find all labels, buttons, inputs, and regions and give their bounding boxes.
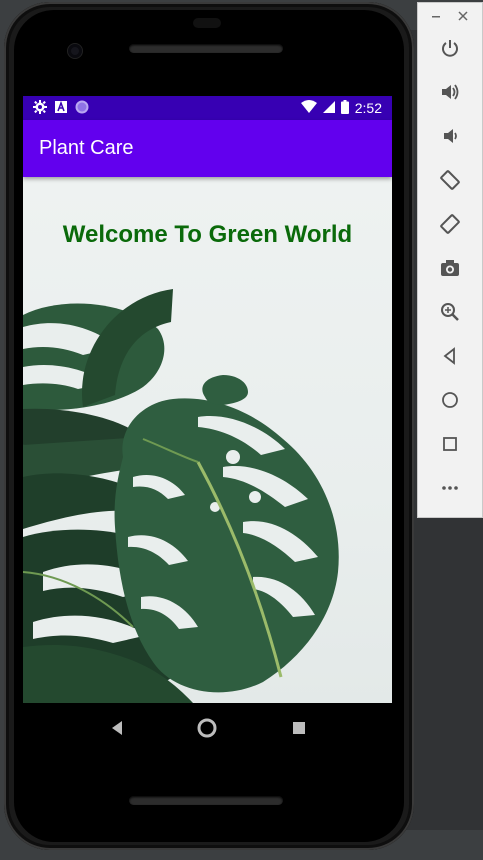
cell-signal-icon xyxy=(322,100,335,116)
home-circle-outline-icon xyxy=(440,390,460,415)
clock-time: 2:52 xyxy=(354,100,382,116)
close-icon[interactable] xyxy=(457,9,469,27)
back-triangle-outline-icon xyxy=(440,346,460,371)
emulator-control-panel xyxy=(417,2,483,518)
minimize-icon[interactable] xyxy=(430,9,442,27)
settings-gear-icon xyxy=(33,99,47,117)
earpiece-speaker xyxy=(129,44,283,53)
more-dots-icon xyxy=(440,478,460,503)
rotate-left-icon xyxy=(439,169,461,196)
home-button[interactable] xyxy=(435,387,465,417)
status-bar: 2:52 xyxy=(23,96,392,120)
device-screen: 2:52 Plant Care Welcome To Green World xyxy=(23,96,392,753)
app-title: Plant Care xyxy=(39,137,134,159)
bottom-speaker xyxy=(129,796,283,805)
app-bar: Plant Care xyxy=(23,120,392,177)
purple-circle-icon xyxy=(75,100,89,117)
volume-down-button[interactable] xyxy=(435,123,465,153)
power-button[interactable] xyxy=(435,35,465,65)
rotate-left-button[interactable] xyxy=(435,167,465,197)
overview-square-icon xyxy=(440,434,460,459)
main-content: Welcome To Green World xyxy=(23,177,392,703)
wifi-icon xyxy=(300,100,317,116)
front-camera xyxy=(68,44,82,58)
overview-button[interactable] xyxy=(435,431,465,461)
zoom-in-icon xyxy=(440,302,460,327)
phone-top-notch xyxy=(193,18,221,28)
more-button[interactable] xyxy=(435,475,465,505)
emulator-window-controls xyxy=(418,9,482,27)
camera-icon xyxy=(440,258,460,283)
rotate-right-icon xyxy=(439,213,461,240)
recents-square-icon[interactable] xyxy=(288,717,310,739)
navigation-bar xyxy=(23,703,392,753)
rotate-right-button[interactable] xyxy=(435,211,465,241)
volume-up-icon xyxy=(440,82,460,107)
volume-down-icon xyxy=(440,126,460,151)
screenshot-button[interactable] xyxy=(435,255,465,285)
battery-icon xyxy=(340,99,349,117)
font-a-icon xyxy=(55,100,67,116)
monstera-plant-image xyxy=(23,289,339,703)
back-triangle-icon[interactable] xyxy=(106,717,128,739)
zoom-button[interactable] xyxy=(435,299,465,329)
back-button[interactable] xyxy=(435,343,465,373)
power-icon xyxy=(440,38,460,63)
welcome-heading: Welcome To Green World xyxy=(62,221,353,248)
volume-up-button[interactable] xyxy=(435,79,465,109)
home-circle-icon[interactable] xyxy=(196,717,218,739)
